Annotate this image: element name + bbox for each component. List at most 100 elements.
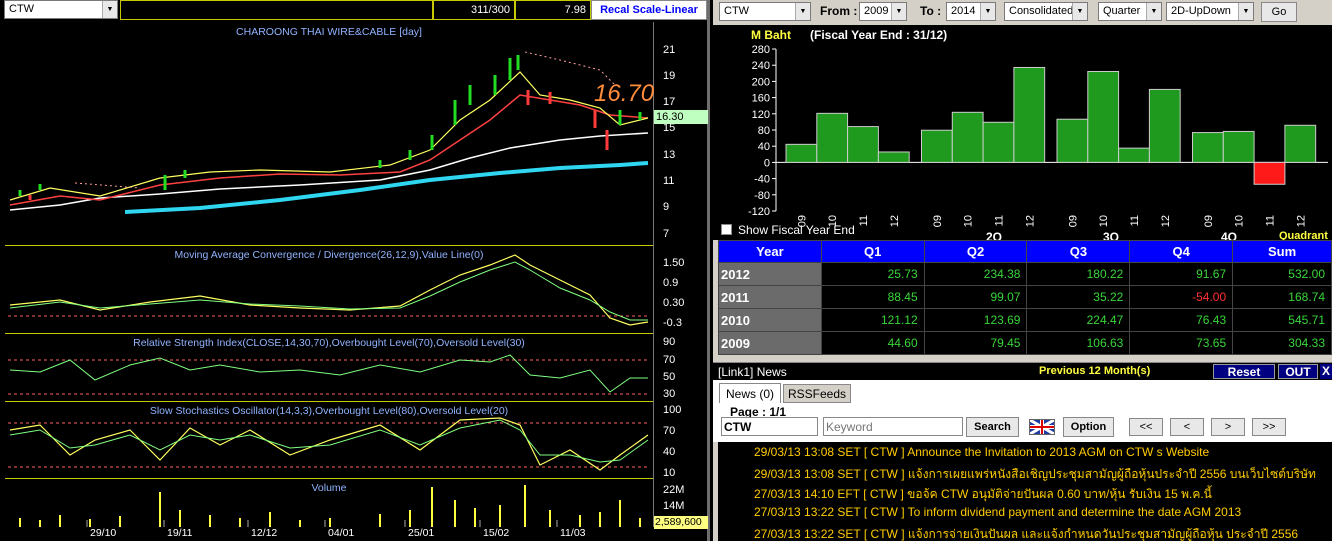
go-button[interactable]: Go bbox=[1261, 2, 1297, 22]
value-cell: 123.69 bbox=[923, 308, 1028, 332]
next-page-button[interactable]: > bbox=[1211, 418, 1245, 436]
list-item[interactable]: 27/03/13 13:22 SET [ CTW ] To inform div… bbox=[754, 505, 1241, 519]
value-cell: 76.43 bbox=[1129, 308, 1234, 332]
year-cell: 2012 bbox=[718, 262, 822, 286]
table-row: 2010 121.12 123.69 224.47 76.43 545.71 bbox=[718, 308, 1332, 332]
col-q3: Q3 bbox=[1026, 240, 1131, 263]
value-cell: 180.22 bbox=[1026, 262, 1131, 286]
value-cell: 234.38 bbox=[923, 262, 1028, 286]
value-cell: 121.12 bbox=[820, 308, 925, 332]
col-q2: Q2 bbox=[923, 240, 1028, 263]
fin-bar-chart: 280 240 200 160 120 80 40 0 -40 -80 -120 09 10 11 12 09… bbox=[748, 44, 1328, 227]
col-q4: Q4 bbox=[1129, 240, 1234, 263]
view-value: 2D-UpDown bbox=[1171, 5, 1231, 17]
uk-flag-icon[interactable] bbox=[1029, 418, 1055, 436]
news-list: 29/03/13 13:08 SET [ CTW ] Announce the … bbox=[718, 442, 1332, 541]
fin-table: Year Q1 Q2 Q3 Q4 Sum 2012 25.73 234.38 1… bbox=[718, 240, 1332, 355]
fin-symbol-value: CTW bbox=[724, 5, 750, 17]
fin-y-tick-label: 200 bbox=[752, 76, 770, 88]
keyword-input[interactable] bbox=[823, 417, 963, 436]
list-item[interactable]: 29/03/13 13:08 SET [ CTW ] แจ้งการเผยแพร… bbox=[754, 465, 1316, 484]
fin-y-tick-label: -80 bbox=[754, 190, 770, 202]
list-item[interactable]: 27/03/13 14:10 EFT [ CTW ] ขอจ้ค CTW อนุ… bbox=[754, 485, 1212, 504]
statement-type-select[interactable]: Consolidated ▼ bbox=[1004, 2, 1088, 21]
first-page-button[interactable]: << bbox=[1129, 418, 1163, 436]
year-cell: 2009 bbox=[718, 331, 822, 355]
value-cell: 88.45 bbox=[820, 285, 925, 309]
value-cell: 99.07 bbox=[923, 285, 1028, 309]
fin-bar-label: 09 bbox=[1067, 215, 1079, 227]
chevron-down-icon: ▼ bbox=[1238, 3, 1253, 20]
to-year-value: 2014 bbox=[951, 5, 976, 17]
tab-rss[interactable]: RSSFeeds bbox=[783, 384, 851, 403]
fin-y-tick-label: 40 bbox=[758, 141, 770, 153]
fin-bar-label: 12 bbox=[1024, 215, 1036, 227]
fin-bar bbox=[1192, 132, 1224, 163]
fin-bar bbox=[982, 121, 1015, 163]
option-button[interactable]: Option bbox=[1063, 417, 1114, 437]
chevron-down-icon: ▼ bbox=[1146, 3, 1161, 20]
list-item[interactable]: 29/03/13 13:08 SET [ CTW ] Announce the … bbox=[754, 445, 1209, 459]
fin-bar-label: 10 bbox=[1098, 215, 1110, 227]
news-header-bar: [Link1] News Previous 12 Month(s) Reset … bbox=[713, 362, 1332, 380]
to-year-select[interactable]: 2014 ▼ bbox=[946, 2, 996, 21]
year-cell: 2011 bbox=[718, 285, 822, 309]
flag-graphic bbox=[1029, 418, 1055, 436]
list-item[interactable]: 27/03/13 13:22 SET [ CTW ] แจ้งการจ่ายเง… bbox=[754, 525, 1298, 541]
to-label: To : bbox=[920, 4, 942, 18]
col-sum: Sum bbox=[1232, 240, 1332, 263]
news-period: Previous 12 Month(s) bbox=[1039, 365, 1151, 377]
value-cell: 44.60 bbox=[820, 331, 925, 355]
fin-bar bbox=[1087, 70, 1120, 163]
fin-y-tick-label: 0 bbox=[764, 157, 770, 169]
value-cell: 25.73 bbox=[820, 262, 925, 286]
fin-y-tick-label: 80 bbox=[758, 125, 770, 137]
sum-cell: 168.74 bbox=[1232, 285, 1332, 309]
fin-y-tick-label: 120 bbox=[752, 109, 770, 121]
table-row: 2011 88.45 99.07 35.22 -54.00 168.74 bbox=[718, 285, 1332, 309]
fin-bar bbox=[1284, 124, 1317, 163]
show-fiscal-label: Show Fiscal Year End bbox=[738, 223, 855, 237]
chevron-down-icon: ▼ bbox=[1072, 3, 1087, 20]
value-cell: 106.63 bbox=[1026, 331, 1131, 355]
from-year-value: 2009 bbox=[864, 5, 889, 17]
out-button[interactable]: OUT bbox=[1278, 364, 1318, 379]
fin-bar-label: 12 bbox=[1160, 215, 1172, 227]
period-select[interactable]: Quarter ▼ bbox=[1098, 2, 1162, 21]
fin-bar bbox=[785, 143, 818, 163]
from-year-select[interactable]: 2009 ▼ bbox=[859, 2, 907, 21]
news-symbol-input[interactable] bbox=[721, 417, 818, 436]
fin-symbol-select[interactable]: CTW ▼ bbox=[719, 2, 811, 21]
value-cell: 79.45 bbox=[923, 331, 1028, 355]
search-button[interactable]: Search bbox=[966, 417, 1019, 437]
year-cell: 2010 bbox=[718, 308, 822, 332]
fin-bar-label: 11 bbox=[858, 215, 870, 226]
fin-bar-label: 10 bbox=[1234, 215, 1246, 227]
technical-chart-panel: CTW ▼ 311/300 7.98 Recal Scale-Linear CH… bbox=[0, 0, 710, 541]
filter-bar: CTW ▼ From : 2009 ▼ To : 2014 ▼ Consolid… bbox=[713, 0, 1332, 25]
reset-button[interactable]: Reset bbox=[1213, 364, 1275, 379]
fin-chart-area: M Baht (Fiscal Year End : 31/12) 280 240 2… bbox=[713, 25, 1332, 244]
fin-bar-label: 11 bbox=[993, 215, 1005, 226]
close-icon[interactable]: X bbox=[1320, 364, 1332, 379]
chevron-down-icon: ▼ bbox=[980, 3, 995, 20]
prev-page-button[interactable]: < bbox=[1170, 418, 1204, 436]
from-label: From : bbox=[820, 4, 858, 18]
fin-y-tick-label: 280 bbox=[752, 44, 770, 56]
show-fiscal-checkbox[interactable] bbox=[721, 224, 732, 235]
chevron-down-icon: ▼ bbox=[795, 3, 810, 20]
fin-y-tick-label: 160 bbox=[752, 93, 770, 105]
table-row: 2009 44.60 79.45 106.63 73.65 304.33 bbox=[718, 331, 1332, 355]
news-header-title: [Link1] News bbox=[718, 365, 787, 379]
fin-bar-label: 10 bbox=[963, 215, 975, 227]
fin-table-header: Year Q1 Q2 Q3 Q4 Sum bbox=[718, 240, 1332, 263]
fin-y-tick-label: 240 bbox=[752, 60, 770, 72]
last-page-button[interactable]: >> bbox=[1252, 418, 1286, 436]
view-select[interactable]: 2D-UpDown ▼ bbox=[1166, 2, 1254, 21]
fin-bar bbox=[1056, 118, 1089, 163]
fin-bar-label: 12 bbox=[1295, 215, 1307, 227]
fin-y-tick-label: -120 bbox=[748, 206, 770, 218]
tab-news[interactable]: News (0) bbox=[719, 383, 781, 403]
fin-bar bbox=[1222, 130, 1255, 163]
fin-bar bbox=[1013, 66, 1046, 163]
